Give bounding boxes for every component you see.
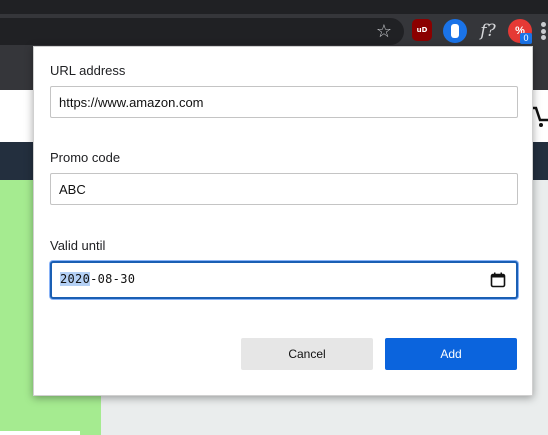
extension-badge: 0 xyxy=(520,33,532,44)
promo-code-label: Promo code xyxy=(50,150,121,165)
promo-code-input[interactable] xyxy=(50,173,518,205)
ublock-origin-icon[interactable]: uD xyxy=(412,19,432,41)
calendar-icon[interactable] xyxy=(490,272,506,288)
url-label: URL address xyxy=(50,63,126,78)
star-icon[interactable]: ☆ xyxy=(374,20,394,42)
1password-keyhole xyxy=(451,24,459,38)
cancel-button[interactable]: Cancel xyxy=(241,338,373,370)
add-button[interactable]: Add xyxy=(385,338,517,370)
address-bar[interactable] xyxy=(0,18,404,45)
valid-until-date-input[interactable]: 2020-08-30 xyxy=(50,261,518,299)
page-card xyxy=(0,431,80,435)
date-month-day-segment[interactable]: -08-30 xyxy=(90,272,135,286)
url-input[interactable] xyxy=(50,86,518,118)
ublock-label: uD xyxy=(416,26,428,34)
date-value[interactable]: 2020-08-30 xyxy=(60,272,135,286)
date-year-segment[interactable]: 2020 xyxy=(60,272,91,286)
add-promo-popup: URL address Promo code Valid until 2020-… xyxy=(33,46,533,396)
browser-tab-strip xyxy=(0,0,548,14)
valid-until-label: Valid until xyxy=(50,238,106,253)
fx-icon[interactable]: f? xyxy=(475,19,501,43)
1password-icon[interactable] xyxy=(443,19,467,43)
kebab-menu-icon[interactable] xyxy=(541,22,548,40)
